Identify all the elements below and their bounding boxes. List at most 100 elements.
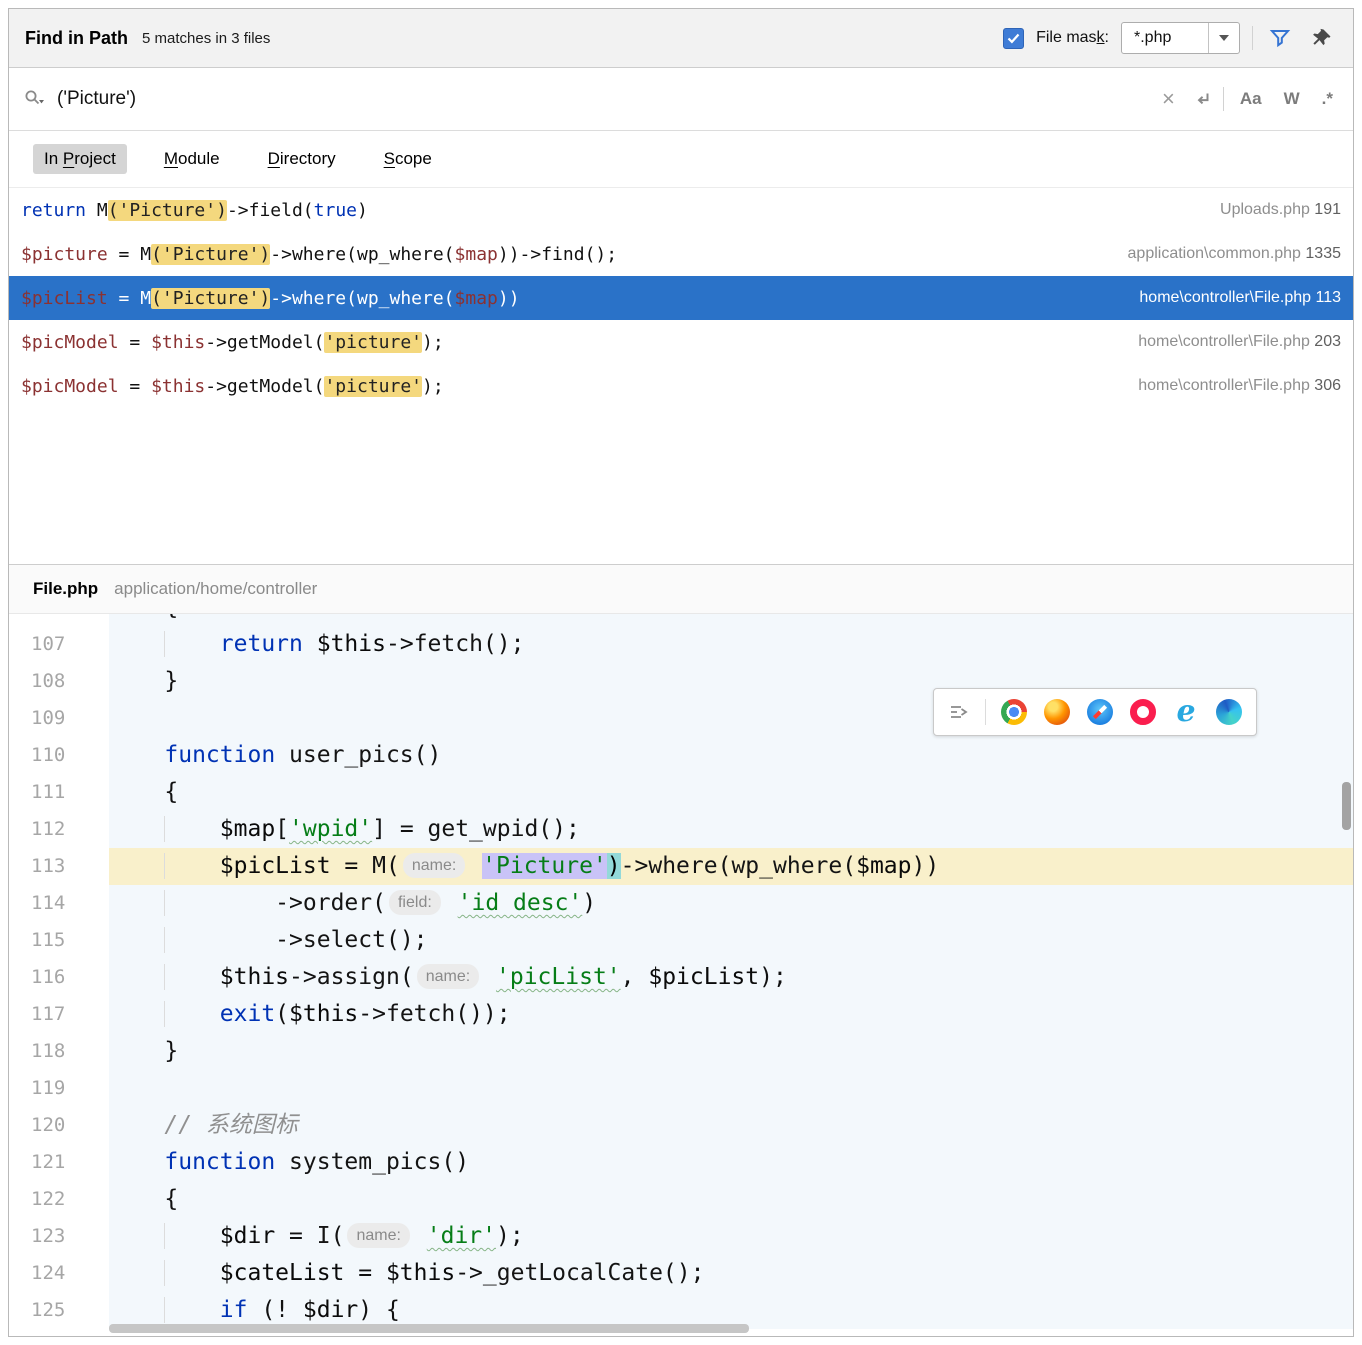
code-line[interactable]: 118 }	[9, 1033, 1353, 1070]
code-line[interactable]: 120 // 系统图标	[9, 1107, 1353, 1144]
file-mask-label[interactable]: File mask:	[1036, 29, 1109, 47]
opera-icon[interactable]	[1130, 699, 1156, 725]
result-file-ref: Uploads.php 191	[1200, 201, 1341, 219]
result-file-ref: home\controller\File.php 113	[1119, 289, 1341, 307]
check-icon	[1007, 33, 1020, 44]
line-number: 118	[9, 1033, 109, 1070]
titlebar: Find in Path 5 matches in 3 files File m…	[9, 9, 1353, 68]
browser-toolbar-divider	[985, 699, 986, 725]
file-mask-combo[interactable]: *.php	[1121, 22, 1240, 54]
preview-file-path: application/home/controller	[114, 579, 317, 599]
edge-icon[interactable]	[1216, 699, 1242, 725]
code-line[interactable]: 121 function system_pics()	[9, 1144, 1353, 1181]
result-code: $picModel = $this->getModel('picture');	[21, 376, 1118, 397]
line-number: 122	[9, 1181, 109, 1218]
line-number: 115	[9, 922, 109, 959]
chrome-icon[interactable]	[1001, 699, 1027, 725]
line-number: 109	[9, 700, 109, 737]
screen: Find in Path 5 matches in 3 files File m…	[0, 0, 1362, 1345]
line-number: 121	[9, 1144, 109, 1181]
find-in-path-dialog: Find in Path 5 matches in 3 files File m…	[8, 8, 1354, 1337]
results-list: return M('Picture')->field(true)Uploads.…	[9, 188, 1353, 564]
code-line[interactable]: 115 ->select();	[9, 922, 1353, 959]
dialog-title: Find in Path	[25, 28, 128, 49]
result-file-ref: home\controller\File.php 306	[1118, 377, 1341, 395]
search-divider	[1223, 87, 1224, 111]
tab-in-project[interactable]: In Project	[33, 144, 127, 174]
result-code: $picture = M('Picture')->where(wp_where(…	[21, 244, 1108, 265]
regex-toggle[interactable]: .*	[1316, 89, 1339, 109]
titlebar-controls: File mask: *.php	[1003, 22, 1337, 54]
result-code: $picList = M('Picture')->where(wp_where(…	[21, 288, 1119, 309]
preview-header: File.php application/home/controller	[9, 564, 1353, 614]
search-icon[interactable]	[23, 88, 47, 110]
ie-icon[interactable]: e	[1173, 699, 1199, 725]
code-line[interactable]: 113 $picList = M(name: 'Picture')->where…	[9, 848, 1353, 885]
line-number: 107	[9, 626, 109, 663]
line-number: 119	[9, 1070, 109, 1107]
file-mask-checkbox[interactable]	[1003, 28, 1024, 49]
pin-button[interactable]	[1307, 23, 1337, 53]
line-number: 111	[9, 774, 109, 811]
preview-file-name: File.php	[33, 579, 98, 599]
line-number: 116	[9, 959, 109, 996]
scope-tabs: In Project Module Directory Scope	[9, 131, 1353, 188]
line-number: 106	[9, 614, 109, 626]
line-number: 117	[9, 996, 109, 1033]
combo-arrow-button[interactable]	[1208, 23, 1239, 53]
result-file-ref: application\common.php 1335	[1108, 245, 1341, 263]
search-bar[interactable]: ('Picture') × Aa W .*	[9, 68, 1353, 131]
code-line[interactable]: 114 ->order(field: 'id desc')	[9, 885, 1353, 922]
filter-icon	[1268, 26, 1292, 50]
code-line[interactable]: 124 $cateList = $this->_getLocalCate();	[9, 1255, 1353, 1292]
code-line[interactable]: 117 exit($this->fetch());	[9, 996, 1353, 1033]
line-number: 123	[9, 1218, 109, 1255]
result-code: $picModel = $this->getModel('picture');	[21, 332, 1118, 353]
browser-icons: e	[1001, 699, 1242, 725]
code-line[interactable]: 110 function user_pics()	[9, 737, 1353, 774]
code-line[interactable]: 123 $dir = I(name: 'dir');	[9, 1218, 1353, 1255]
result-row[interactable]: $picModel = $this->getModel('picture');h…	[9, 364, 1353, 408]
code-line[interactable]: 107 return $this->fetch();	[9, 626, 1353, 663]
result-row[interactable]: return M('Picture')->field(true)Uploads.…	[9, 188, 1353, 232]
line-number: 120	[9, 1107, 109, 1144]
toolbar-divider	[1252, 26, 1253, 50]
match-case-toggle[interactable]: Aa	[1234, 89, 1268, 109]
code-line[interactable]: 122 {	[9, 1181, 1353, 1218]
browser-toolbar: e	[933, 688, 1257, 736]
line-number: 108	[9, 663, 109, 700]
result-row[interactable]: $picture = M('Picture')->where(wp_where(…	[9, 232, 1353, 276]
line-number: 125	[9, 1292, 109, 1329]
pin-icon	[1310, 26, 1334, 50]
chevron-down-icon	[1219, 35, 1229, 41]
result-code: return M('Picture')->field(true)	[21, 200, 1200, 221]
tab-directory[interactable]: Directory	[257, 144, 347, 174]
code-line[interactable]: 112 $map['wpid'] = get_wpid();	[9, 811, 1353, 848]
result-file-ref: home\controller\File.php 203	[1118, 333, 1341, 351]
vertical-scrollbar[interactable]	[1342, 782, 1351, 830]
tab-scope[interactable]: Scope	[373, 144, 443, 174]
line-number: 114	[9, 885, 109, 922]
result-row[interactable]: $picModel = $this->getModel('picture');h…	[9, 320, 1353, 364]
safari-icon[interactable]	[1087, 699, 1113, 725]
open-in-browser-icon[interactable]	[948, 701, 970, 723]
match-summary: 5 matches in 3 files	[142, 30, 270, 47]
newline-icon[interactable]	[1191, 88, 1213, 110]
line-number: 113	[9, 848, 109, 885]
file-mask-value: *.php	[1122, 23, 1208, 53]
code-line[interactable]: 106 {	[9, 614, 1353, 626]
code-line[interactable]: 119	[9, 1070, 1353, 1107]
horizontal-scrollbar[interactable]	[109, 1324, 749, 1333]
code-line[interactable]: 116 $this->assign(name: 'picList', $picL…	[9, 959, 1353, 996]
search-input[interactable]: ('Picture')	[57, 88, 1146, 110]
line-number: 110	[9, 737, 109, 774]
filter-button[interactable]	[1265, 23, 1295, 53]
clear-icon[interactable]: ×	[1156, 88, 1181, 110]
code-line[interactable]: 111 {	[9, 774, 1353, 811]
tab-module[interactable]: Module	[153, 144, 231, 174]
words-toggle[interactable]: W	[1278, 89, 1306, 109]
line-number: 124	[9, 1255, 109, 1292]
firefox-icon[interactable]	[1044, 699, 1070, 725]
editor[interactable]: 106 {107 return $this->fetch();108 }1091…	[9, 614, 1353, 1336]
result-row[interactable]: $picList = M('Picture')->where(wp_where(…	[9, 276, 1353, 320]
